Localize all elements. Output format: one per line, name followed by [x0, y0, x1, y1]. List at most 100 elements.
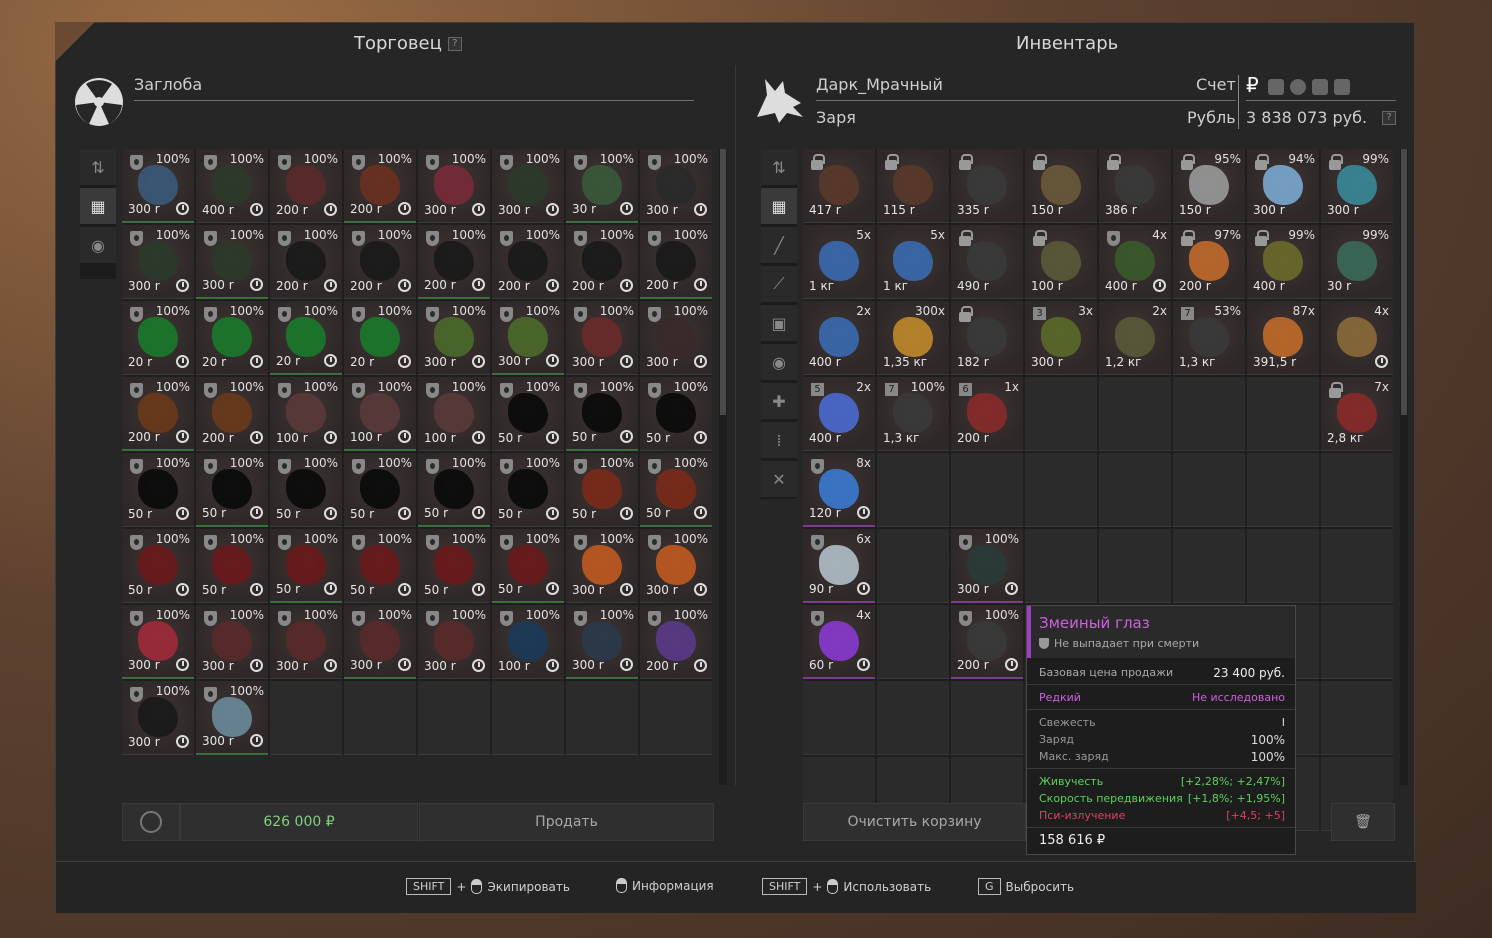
equip-hint[interactable]: SHIFT + Экипировать — [406, 878, 570, 895]
trader-item[interactable]: 100% 50 r — [344, 529, 416, 603]
trader-item[interactable]: 100% 200 r — [344, 149, 416, 223]
inventory-scrollbar[interactable] — [1400, 149, 1408, 785]
trader-item[interactable]: 100% 100 r — [492, 605, 564, 679]
inventory-item[interactable]: 150 r — [1025, 149, 1097, 223]
inventory-item[interactable]: 6x 90 r — [803, 529, 875, 603]
inventory-item[interactable]: 490 r — [951, 225, 1023, 299]
trader-scrollbar[interactable] — [719, 149, 727, 785]
trader-item[interactable]: 100% 300 r — [492, 149, 564, 223]
trader-item[interactable]: 100% 50 r — [492, 453, 564, 527]
trader-item[interactable]: 100% 50 r — [566, 377, 638, 451]
trader-item[interactable]: 100% 200 r — [566, 225, 638, 299]
armor-filter-icon[interactable]: ▣ — [761, 305, 797, 341]
inventory-item[interactable]: 8x 120 r — [803, 453, 875, 527]
trader-item[interactable]: 100% 200 r — [418, 225, 490, 299]
trader-item[interactable]: 100% 200 r — [270, 225, 342, 299]
trader-item[interactable]: 100% 50 r — [418, 453, 490, 527]
inventory-item[interactable]: 97% 200 r — [1173, 225, 1245, 299]
currency-tab-icon[interactable] — [1290, 79, 1306, 95]
drop-hint[interactable]: G Выбросить — [978, 878, 1074, 895]
inventory-item[interactable]: 115 r — [877, 149, 949, 223]
inventory-item[interactable]: 99% 300 r — [1321, 149, 1393, 223]
sort-icon[interactable]: ⇅ — [761, 149, 797, 185]
inventory-item[interactable]: 335 r — [951, 149, 1023, 223]
trader-item[interactable]: 100% 50 r — [344, 453, 416, 527]
trader-item[interactable]: 100% 50 r — [122, 529, 194, 603]
inventory-item[interactable]: 300x 1,35 кг — [877, 301, 949, 375]
tools-filter-icon[interactable]: ✕ — [761, 461, 797, 497]
trader-item[interactable]: 100% 50 r — [122, 453, 194, 527]
trader-item[interactable]: 100% 50 r — [270, 529, 342, 603]
balance-help-button[interactable]: ? — [1382, 111, 1396, 125]
currency-tab-icon[interactable] — [1334, 79, 1350, 95]
inventory-item[interactable]: 2x 1,2 кг — [1099, 301, 1171, 375]
inventory-item[interactable]: 386 r — [1099, 149, 1171, 223]
trader-item[interactable]: 100% 300 r — [344, 605, 416, 679]
trader-item[interactable]: 100% 300 r — [122, 225, 194, 299]
trader-item[interactable]: 100% 50 r — [270, 453, 342, 527]
trader-item[interactable]: 100% 200 r — [640, 605, 712, 679]
inventory-item[interactable]: 7x 2,8 кг — [1321, 377, 1393, 451]
inventory-item[interactable]: 7 100% 1,3 кг — [877, 377, 949, 451]
sell-button[interactable]: Продать — [419, 803, 714, 841]
trader-item[interactable]: 100% 400 r — [196, 149, 268, 223]
trader-item[interactable]: 100% 300 r — [640, 301, 712, 375]
trader-item[interactable]: 100% 20 r — [344, 301, 416, 375]
inventory-item[interactable]: 2x 400 r — [803, 301, 875, 375]
inventory-item[interactable]: 94% 300 r — [1247, 149, 1319, 223]
trader-item[interactable]: 100% 300 r — [270, 605, 342, 679]
inventory-item[interactable]: 99% 30 r — [1321, 225, 1393, 299]
artifact-filter-icon[interactable]: ◉ — [761, 344, 797, 380]
inventory-item[interactable]: 182 r — [951, 301, 1023, 375]
inventory-item[interactable]: 5x 1 кг — [877, 225, 949, 299]
trader-item[interactable]: 100% 300 r — [122, 605, 194, 679]
refresh-button[interactable] — [122, 803, 180, 841]
inventory-item[interactable]: 4x 60 r — [803, 605, 875, 679]
trader-item[interactable]: 100% 100 r — [344, 377, 416, 451]
trader-item[interactable]: 100% 200 r — [344, 225, 416, 299]
trader-item[interactable]: 100% 300 r — [122, 149, 194, 223]
trader-item[interactable]: 100% 300 r — [640, 529, 712, 603]
trader-item[interactable]: 100% 300 r — [196, 605, 268, 679]
trader-item[interactable]: 100% 300 r — [566, 301, 638, 375]
inventory-item[interactable]: 5x 1 кг — [803, 225, 875, 299]
trader-item[interactable]: 100% 20 r — [122, 301, 194, 375]
trash-button[interactable]: 🗑 — [1331, 803, 1395, 841]
inventory-item[interactable]: 99% 400 r — [1247, 225, 1319, 299]
trader-item[interactable]: 100% 50 r — [640, 377, 712, 451]
trader-item[interactable]: 100% 50 r — [196, 453, 268, 527]
inventory-item[interactable]: 100% 300 r — [951, 529, 1023, 603]
trader-item[interactable]: 100% 300 r — [492, 301, 564, 375]
inventory-item[interactable]: 6 1x 200 r — [951, 377, 1023, 451]
inventory-item[interactable]: 87x 391,5 r — [1247, 301, 1319, 375]
trader-item[interactable]: 100% 20 r — [196, 301, 268, 375]
trader-item[interactable]: 100% 300 r — [566, 529, 638, 603]
trader-item[interactable]: 100% 200 r — [270, 149, 342, 223]
inventory-item[interactable]: 95% 150 r — [1173, 149, 1245, 223]
trader-item[interactable]: 100% 200 r — [640, 225, 712, 299]
trader-item[interactable]: 100% 300 r — [566, 605, 638, 679]
trader-item[interactable]: 100% 300 r — [418, 605, 490, 679]
inventory-item[interactable]: 417 r — [803, 149, 875, 223]
inventory-item[interactable]: 5 2x 400 r — [803, 377, 875, 451]
trader-item[interactable]: 100% 300 r — [418, 301, 490, 375]
currency-tab-icon[interactable] — [1312, 79, 1328, 95]
trader-item[interactable]: 100% 300 r — [196, 681, 268, 755]
info-hint[interactable]: Информация — [616, 878, 714, 893]
currency-tab-icon[interactable] — [1268, 79, 1284, 95]
trader-item[interactable]: 100% 50 r — [492, 529, 564, 603]
trader-item[interactable]: 100% 300 r — [640, 149, 712, 223]
trader-help-button[interactable]: ? — [447, 37, 462, 51]
inventory-item[interactable]: 7 53% 1,3 кг — [1173, 301, 1245, 375]
grid-view-icon[interactable]: ▦ — [80, 188, 116, 224]
trader-item[interactable]: 100% 300 r — [196, 225, 268, 299]
trader-item[interactable]: 100% 100 r — [270, 377, 342, 451]
inventory-item[interactable]: 100 r — [1025, 225, 1097, 299]
trader-item[interactable]: 100% 30 r — [566, 149, 638, 223]
inventory-item[interactable]: 3 3x 300 r — [1025, 301, 1097, 375]
inventory-item[interactable]: 4x 400 r — [1099, 225, 1171, 299]
trader-item[interactable]: 100% 200 r — [492, 225, 564, 299]
inventory-item[interactable]: 100% 200 r — [951, 605, 1023, 679]
clear-cart-button[interactable]: Очистить корзину — [803, 803, 1026, 841]
trader-item[interactable]: 100% 50 r — [640, 453, 712, 527]
